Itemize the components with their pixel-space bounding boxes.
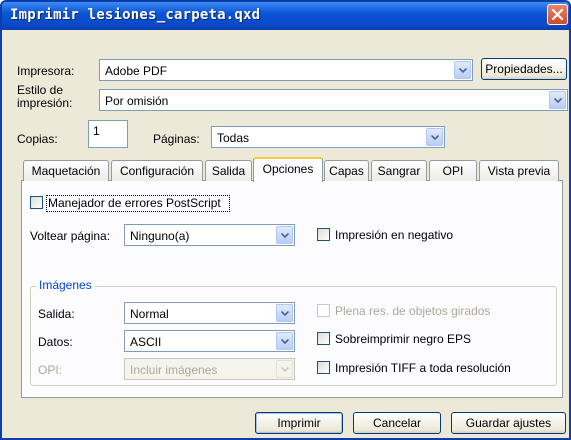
cancel-button[interactable]: Cancelar <box>353 412 441 434</box>
title-bar[interactable]: Imprimir lesiones_carpeta.qxd <box>2 2 569 30</box>
chevron-down-icon[interactable] <box>276 332 293 350</box>
tab-preview[interactable]: Vista previa <box>479 160 559 181</box>
printer-value: Adobe PDF <box>105 64 168 78</box>
chevron-down-icon[interactable] <box>276 226 293 244</box>
overprint-eps-black-label[interactable]: Sobreimprimir negro EPS <box>335 332 471 346</box>
tab-layout[interactable]: Maquetación <box>23 160 109 181</box>
postscript-error-handler-label[interactable]: Manejador de errores PostScript <box>48 196 221 210</box>
data-value: ASCII <box>130 335 162 349</box>
output-label: Salida: <box>38 307 75 321</box>
printer-select[interactable]: Adobe PDF <box>99 59 473 81</box>
data-select[interactable]: ASCII <box>124 330 295 352</box>
chevron-down-icon[interactable] <box>276 304 293 322</box>
images-group-title: Imágenes <box>36 278 95 292</box>
chevron-down-icon[interactable] <box>426 128 443 146</box>
negative-print-checkbox[interactable] <box>317 228 330 241</box>
copies-input[interactable]: 1 <box>88 120 128 148</box>
close-button[interactable] <box>547 4 568 25</box>
printer-label: Impresora: <box>17 64 75 78</box>
opi-select: Incluir imágenes <box>124 358 295 380</box>
close-icon <box>551 8 564 21</box>
full-res-rotated-label: Plena res. de objetos girados <box>335 304 491 318</box>
tab-bleed[interactable]: Sangrar <box>371 160 427 181</box>
tiff-full-res-checkbox[interactable] <box>317 361 330 374</box>
page-flip-value: Ninguno(a) <box>130 229 190 243</box>
tiff-full-res-label[interactable]: Impresión TIFF a toda resolución <box>335 361 511 375</box>
page-flip-select[interactable]: Ninguno(a) <box>124 224 295 246</box>
tab-layers[interactable]: Capas <box>324 160 369 181</box>
style-label: Estilo de impresión: <box>17 84 72 110</box>
copies-label: Copias: <box>17 132 58 146</box>
full-res-rotated-checkbox <box>317 304 330 317</box>
tab-setup[interactable]: Configuración <box>111 160 203 181</box>
pages-label: Páginas: <box>153 132 200 146</box>
opi-label: OPI: <box>38 363 63 377</box>
print-style-select[interactable]: Por omisión <box>99 89 568 111</box>
negative-print-label[interactable]: Impresión en negativo <box>335 228 453 242</box>
output-select[interactable]: Normal <box>124 302 295 324</box>
tab-output[interactable]: Salida <box>205 160 252 181</box>
style-label-line2: impresión: <box>17 96 73 110</box>
tab-opi[interactable]: OPI <box>429 160 477 181</box>
window-title: Imprimir lesiones_carpeta.qxd <box>10 7 261 23</box>
chevron-down-icon <box>276 360 293 378</box>
overprint-eps-black-checkbox[interactable] <box>317 332 330 345</box>
print-style-value: Por omisión <box>105 94 169 108</box>
page-flip-label: Voltear página: <box>30 229 111 243</box>
copies-value: 1 <box>93 124 100 138</box>
postscript-error-handler-checkbox[interactable] <box>30 196 43 209</box>
output-value: Normal <box>130 307 169 321</box>
tab-options[interactable]: Opciones <box>253 157 323 182</box>
chevron-down-icon[interactable] <box>454 61 471 79</box>
style-label-line1: Estilo de <box>17 83 64 97</box>
chevron-down-icon[interactable] <box>549 91 566 109</box>
print-button[interactable]: Imprimir <box>255 412 343 434</box>
properties-button[interactable]: Propiedades... <box>481 58 567 80</box>
pages-select[interactable]: Todas <box>211 126 445 148</box>
pages-value: Todas <box>217 131 250 145</box>
data-label: Datos: <box>38 335 73 349</box>
save-settings-button[interactable]: Guardar ajustes <box>451 412 566 434</box>
opi-value: Incluir imágenes <box>130 363 218 377</box>
